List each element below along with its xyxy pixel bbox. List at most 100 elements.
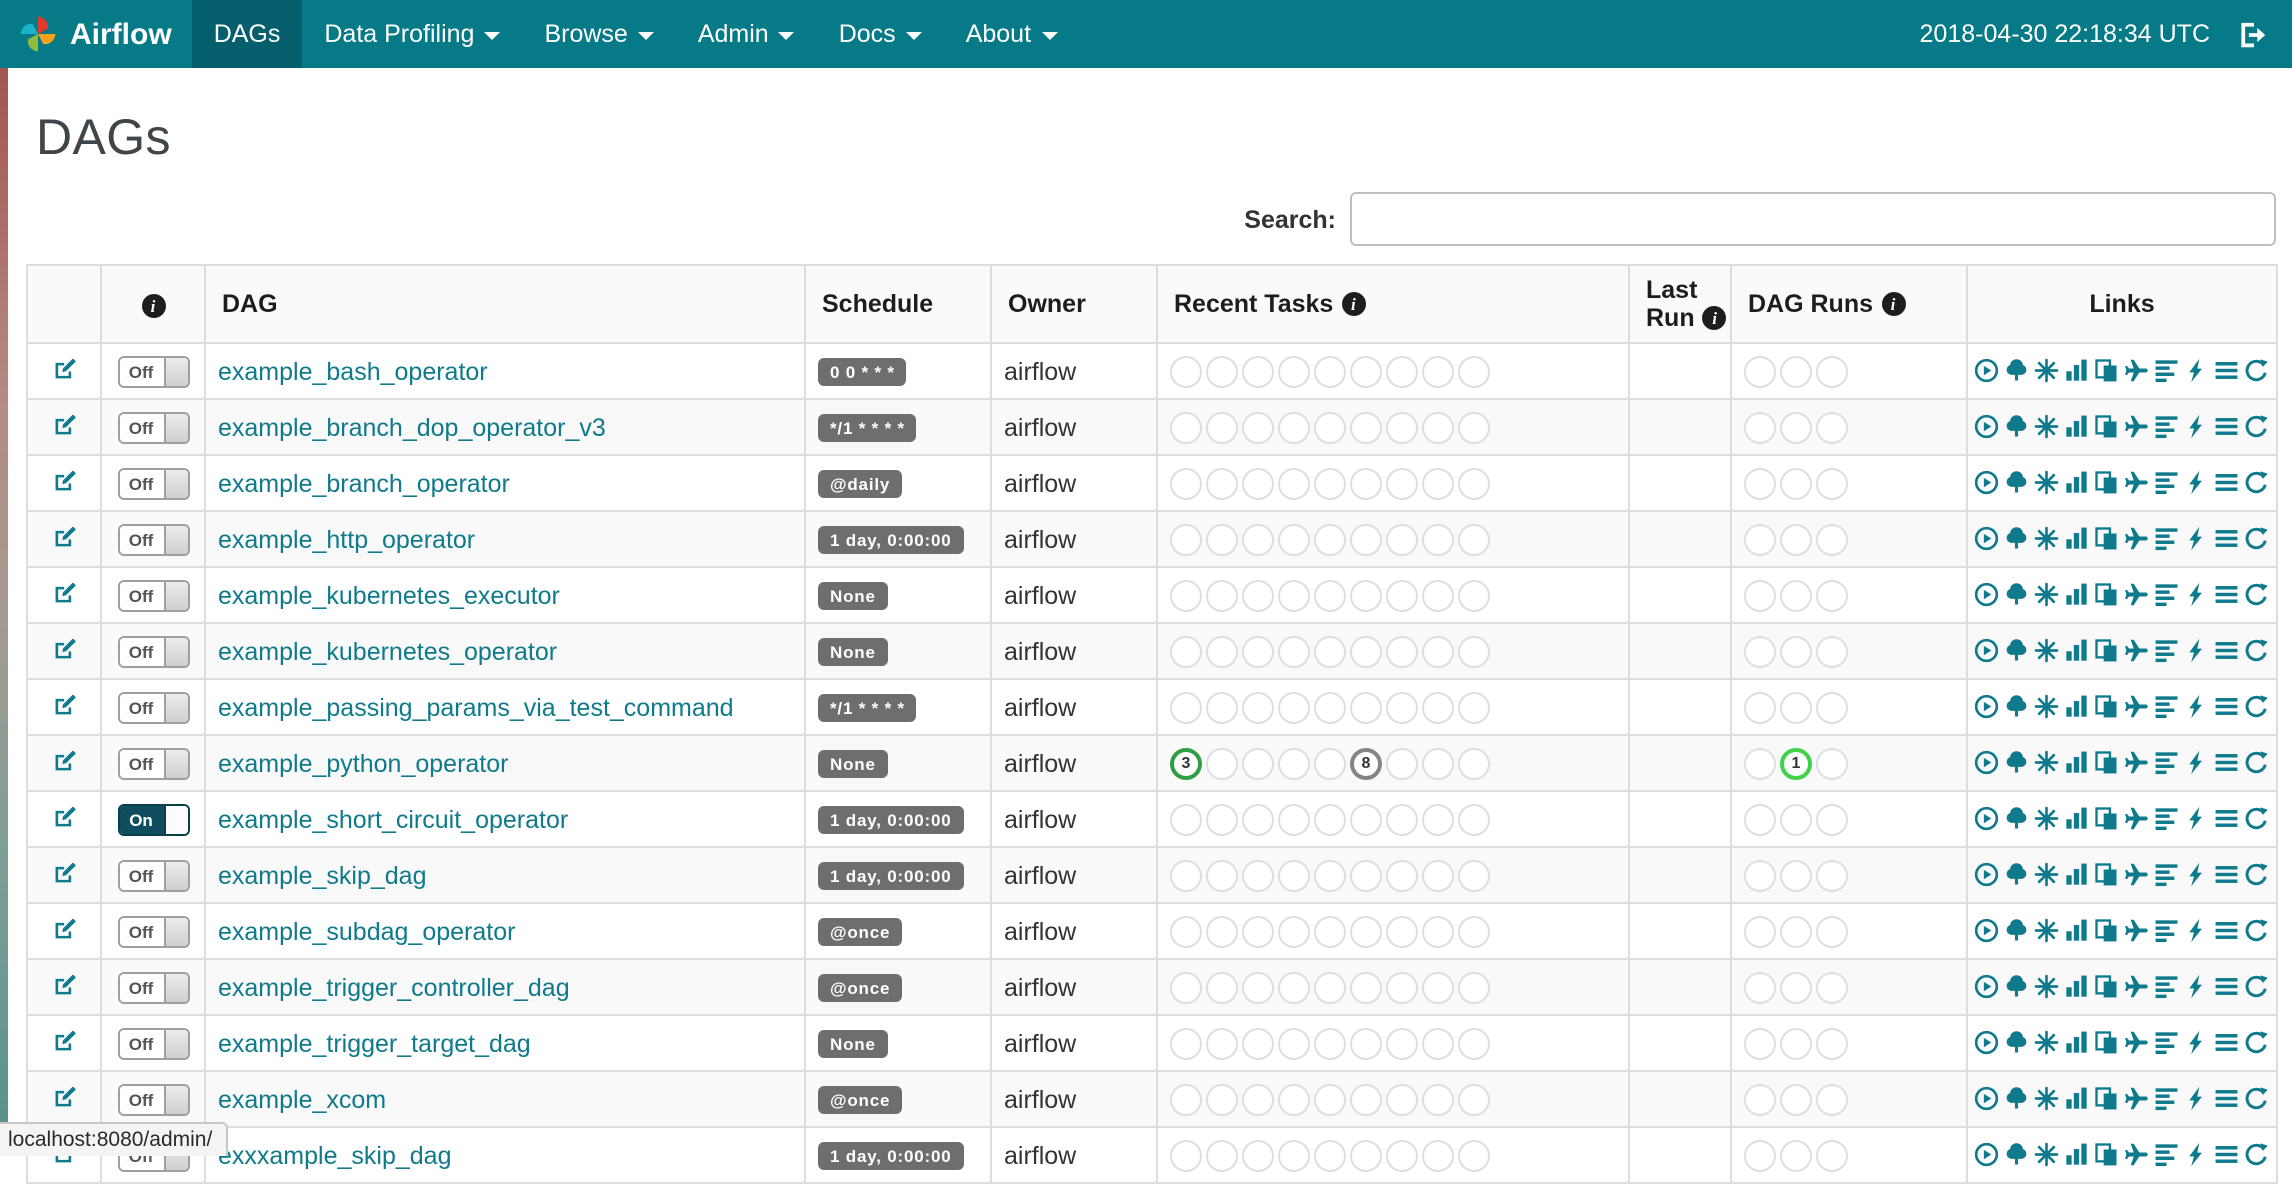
code-view-link[interactable] xyxy=(2185,695,2210,720)
recent-task-circle[interactable] xyxy=(1206,859,1238,891)
recent-task-circle[interactable] xyxy=(1458,859,1490,891)
dag-run-circle[interactable] xyxy=(1816,411,1848,443)
recent-task-circle[interactable] xyxy=(1278,1083,1310,1115)
refresh-link[interactable] xyxy=(2245,807,2270,832)
dag-run-circle[interactable] xyxy=(1744,579,1776,611)
task-tries-link[interactable] xyxy=(2095,695,2120,720)
trigger-dag-link[interactable] xyxy=(1975,527,2000,552)
landing-times-link[interactable] xyxy=(2125,1031,2150,1056)
recent-task-circle[interactable] xyxy=(1314,523,1346,555)
recent-task-circle[interactable] xyxy=(1386,859,1418,891)
recent-task-circle[interactable] xyxy=(1206,915,1238,947)
recent-task-circle[interactable] xyxy=(1206,803,1238,835)
code-view-link[interactable] xyxy=(2185,751,2210,776)
logs-link[interactable] xyxy=(2215,751,2240,776)
tree-view-link[interactable] xyxy=(2005,359,2030,384)
info-icon[interactable]: i xyxy=(141,294,165,318)
dag-run-circle[interactable] xyxy=(1816,803,1848,835)
code-view-link[interactable] xyxy=(2185,919,2210,944)
landing-times-link[interactable] xyxy=(2125,695,2150,720)
recent-task-circle[interactable] xyxy=(1242,971,1274,1003)
tree-view-link[interactable] xyxy=(2005,1087,2030,1112)
gantt-view-link[interactable] xyxy=(2155,919,2180,944)
dag-link[interactable]: example_xcom xyxy=(218,1085,386,1113)
gantt-view-link[interactable] xyxy=(2155,863,2180,888)
recent-task-circle[interactable] xyxy=(1206,579,1238,611)
recent-task-circle[interactable] xyxy=(1242,355,1274,387)
recent-task-circle[interactable] xyxy=(1278,635,1310,667)
graph-view-link[interactable] xyxy=(2035,639,2060,664)
trigger-dag-link[interactable] xyxy=(1975,1031,2000,1056)
recent-task-circle[interactable] xyxy=(1422,1027,1454,1059)
dag-run-circle[interactable] xyxy=(1780,1139,1812,1171)
code-view-link[interactable] xyxy=(2185,1143,2210,1168)
logs-link[interactable] xyxy=(2215,1143,2240,1168)
recent-task-circle[interactable] xyxy=(1206,691,1238,723)
code-view-link[interactable] xyxy=(2185,527,2210,552)
landing-times-link[interactable] xyxy=(2125,583,2150,608)
graph-view-link[interactable] xyxy=(2035,919,2060,944)
code-view-link[interactable] xyxy=(2185,1087,2210,1112)
task-tries-link[interactable] xyxy=(2095,583,2120,608)
dag-run-circle[interactable] xyxy=(1744,971,1776,1003)
tasks-duration-link[interactable] xyxy=(2065,919,2090,944)
recent-task-circle[interactable] xyxy=(1422,635,1454,667)
dag-pause-toggle[interactable]: Off xyxy=(117,635,189,667)
trigger-dag-link[interactable] xyxy=(1975,919,2000,944)
gantt-view-link[interactable] xyxy=(2155,1143,2180,1168)
recent-task-circle[interactable] xyxy=(1314,691,1346,723)
logs-link[interactable] xyxy=(2215,359,2240,384)
graph-view-link[interactable] xyxy=(2035,863,2060,888)
dag-run-circle[interactable] xyxy=(1744,523,1776,555)
schedule-badge[interactable]: 1 day, 0:00:00 xyxy=(818,1141,964,1171)
recent-task-circle[interactable] xyxy=(1314,747,1346,779)
task-tries-link[interactable] xyxy=(2095,1143,2120,1168)
code-view-link[interactable] xyxy=(2185,471,2210,496)
logs-link[interactable] xyxy=(2215,975,2240,1000)
trigger-dag-link[interactable] xyxy=(1975,975,2000,1000)
recent-task-circle[interactable] xyxy=(1242,1139,1274,1171)
recent-task-circle[interactable] xyxy=(1170,579,1202,611)
recent-task-circle[interactable] xyxy=(1350,579,1382,611)
recent-task-circle[interactable] xyxy=(1458,411,1490,443)
recent-task-circle[interactable] xyxy=(1278,859,1310,891)
recent-task-circle[interactable] xyxy=(1386,803,1418,835)
recent-task-circle[interactable] xyxy=(1350,971,1382,1003)
tree-view-link[interactable] xyxy=(2005,695,2030,720)
dag-run-circle[interactable] xyxy=(1780,1027,1812,1059)
nav-item-dags[interactable]: DAGs xyxy=(191,0,303,68)
recent-task-circle[interactable] xyxy=(1242,1083,1274,1115)
dag-link[interactable]: example_bash_operator xyxy=(218,357,488,385)
dag-run-circle[interactable] xyxy=(1744,747,1776,779)
recent-task-circle[interactable] xyxy=(1386,411,1418,443)
dag-pause-toggle[interactable]: Off xyxy=(117,915,189,947)
edit-dag-button[interactable] xyxy=(51,971,77,997)
recent-task-circle[interactable] xyxy=(1458,1027,1490,1059)
schedule-badge[interactable]: None xyxy=(818,749,888,779)
recent-task-circle[interactable] xyxy=(1350,859,1382,891)
landing-times-link[interactable] xyxy=(2125,807,2150,832)
code-view-link[interactable] xyxy=(2185,639,2210,664)
recent-task-circle[interactable] xyxy=(1170,1139,1202,1171)
dag-run-circle[interactable] xyxy=(1744,803,1776,835)
refresh-link[interactable] xyxy=(2245,751,2270,776)
landing-times-link[interactable] xyxy=(2125,863,2150,888)
landing-times-link[interactable] xyxy=(2125,639,2150,664)
dag-pause-toggle[interactable]: Off xyxy=(117,355,189,387)
nav-item-browse[interactable]: Browse xyxy=(522,0,675,68)
landing-times-link[interactable] xyxy=(2125,359,2150,384)
tasks-duration-link[interactable] xyxy=(2065,471,2090,496)
logs-link[interactable] xyxy=(2215,527,2240,552)
recent-task-circle[interactable] xyxy=(1206,355,1238,387)
nav-item-admin[interactable]: Admin xyxy=(676,0,817,68)
recent-task-circle[interactable] xyxy=(1242,579,1274,611)
edit-dag-button[interactable] xyxy=(51,635,77,661)
tasks-duration-link[interactable] xyxy=(2065,583,2090,608)
landing-times-link[interactable] xyxy=(2125,975,2150,1000)
recent-task-circle[interactable] xyxy=(1386,579,1418,611)
recent-task-circle[interactable] xyxy=(1206,971,1238,1003)
tree-view-link[interactable] xyxy=(2005,583,2030,608)
dag-pause-toggle[interactable]: Off xyxy=(117,859,189,891)
recent-task-circle[interactable] xyxy=(1386,635,1418,667)
refresh-link[interactable] xyxy=(2245,415,2270,440)
